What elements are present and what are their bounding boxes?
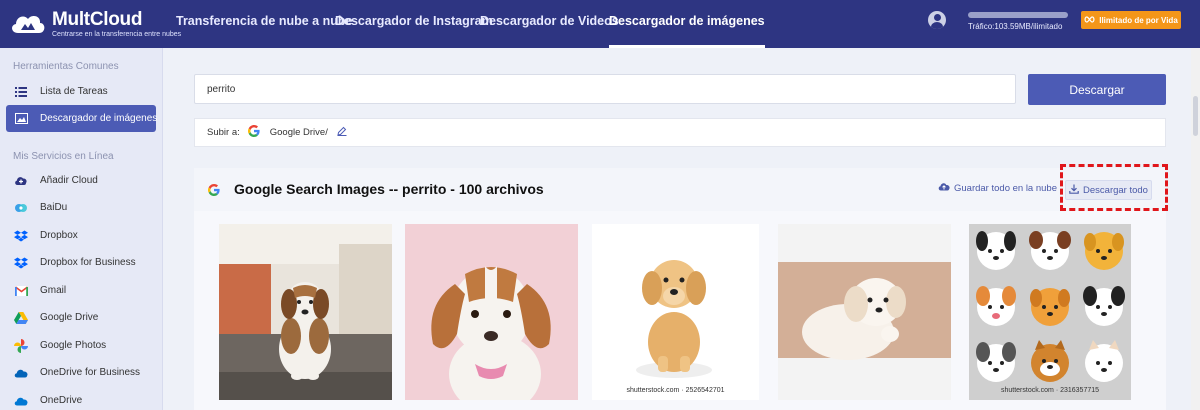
nav-image-downloader[interactable]: Descargador de imágenes xyxy=(609,0,765,48)
user-avatar-icon[interactable] xyxy=(928,11,946,29)
cloud-upload-icon xyxy=(938,182,950,194)
brand-title: MultCloud xyxy=(52,8,143,30)
sidebar-item-label: Lista de Tareas xyxy=(40,86,108,97)
sidebar-item-baidu[interactable]: BaiDu xyxy=(6,194,156,221)
search-input[interactable] xyxy=(194,74,1016,104)
cloud-logo-icon xyxy=(8,9,48,39)
sidebar-item-gmail[interactable]: Gmail xyxy=(6,277,156,304)
download-all-label: Descargar todo xyxy=(1083,184,1148,196)
sidebar-section-services: Mis Servicios en Línea xyxy=(13,151,114,162)
sidebar-item-dropbox[interactable]: Dropbox xyxy=(6,222,156,249)
nav-video-downloader[interactable]: Descargador de Videos xyxy=(480,0,619,48)
image-thumbnail[interactable]: shutterstock.com · 2526542701 xyxy=(592,224,759,400)
infinity-icon xyxy=(1084,15,1095,25)
results-title: Google Search Images -- perrito - 100 ar… xyxy=(234,181,544,197)
top-navigation-bar: MultCloud Centrarse en la transferencia … xyxy=(0,0,1200,48)
brand-subtitle: Centrarse en la transferencia entre nube… xyxy=(52,30,182,38)
golden-retriever-puppy-image xyxy=(592,224,759,400)
download-button[interactable]: Descargar xyxy=(1028,74,1166,105)
dropbox-icon xyxy=(14,229,28,243)
save-all-to-cloud-button[interactable]: Guardar todo en la nube xyxy=(938,182,1057,194)
sidebar: Herramientas Comunes Lista de Tareas Des… xyxy=(0,48,163,410)
sidebar-item-label: Dropbox xyxy=(40,230,78,241)
cartoon-puppies-image xyxy=(969,224,1131,400)
sidebar-item-onedrive[interactable]: OneDrive xyxy=(6,387,156,410)
sidebar-item-label: OneDrive for Business xyxy=(40,367,141,378)
pink-background-puppy-image xyxy=(405,224,578,400)
save-all-label: Guardar todo en la nube xyxy=(954,182,1057,194)
destination-label: Subir a: xyxy=(207,127,240,138)
sidebar-item-dropbox-business[interactable]: Dropbox for Business xyxy=(6,249,156,276)
add-cloud-icon xyxy=(14,174,28,188)
google-drive-icon xyxy=(247,125,260,140)
sidebar-item-label: Dropbox for Business xyxy=(40,257,136,268)
image-caption: shutterstock.com · 2316357715 xyxy=(1000,387,1100,394)
image-caption: shutterstock.com · 2526542701 xyxy=(626,387,725,394)
nav-cloud-transfer[interactable]: Transferencia de nube a nube xyxy=(176,0,352,48)
image-thumbnail[interactable] xyxy=(778,224,951,400)
sidebar-item-onedrive-business[interactable]: OneDrive for Business xyxy=(6,359,156,386)
google-photos-icon xyxy=(14,338,28,353)
sidebar-item-label: Descargador de imágenes xyxy=(40,113,158,124)
image-thumbnail[interactable] xyxy=(219,224,392,400)
sidebar-item-label: Google Photos xyxy=(40,340,107,351)
multcloud-logo[interactable]: MultCloud Centrarse en la transferencia … xyxy=(8,6,181,42)
plan-label: Ilimitado de por Vida xyxy=(1099,15,1178,25)
results-header: Google Search Images -- perrito - 100 ar… xyxy=(194,168,1166,211)
image-thumbnail[interactable]: shutterstock.com · 2316357715 xyxy=(969,224,1131,400)
sidebar-item-add-cloud[interactable]: Añadir Cloud xyxy=(6,167,156,194)
upload-destination: Subir a: Google Drive/ xyxy=(194,118,1166,147)
edit-pencil-icon[interactable] xyxy=(337,126,347,139)
sidebar-item-label: Añadir Cloud xyxy=(40,175,98,186)
sidebar-item-task-list[interactable]: Lista de Tareas xyxy=(6,78,156,105)
gmail-icon xyxy=(14,284,28,298)
sidebar-item-label: BaiDu xyxy=(40,202,68,213)
traffic-progress-bar xyxy=(968,12,1068,18)
sidebar-item-label: Google Drive xyxy=(40,312,99,323)
sidebar-item-label: OneDrive xyxy=(40,395,83,406)
google-drive-icon xyxy=(14,311,28,325)
sidebar-item-image-downloader[interactable]: Descargador de imágenes xyxy=(6,105,158,132)
sidebar-item-google-drive[interactable]: Google Drive xyxy=(6,304,156,331)
sidebar-item-google-photos[interactable]: Google Photos xyxy=(6,332,156,359)
maltese-puppy-image xyxy=(778,224,951,400)
google-logo-icon xyxy=(208,183,220,201)
destination-path[interactable]: Google Drive/ xyxy=(270,127,328,138)
nav-instagram-downloader[interactable]: Descargador de Instagram xyxy=(335,0,493,48)
download-icon xyxy=(1069,184,1079,197)
image-thumbnail[interactable] xyxy=(405,224,578,400)
sidebar-item-label: Gmail xyxy=(40,285,67,296)
onedrive-business-icon xyxy=(14,366,28,380)
list-icon xyxy=(14,85,28,99)
baidu-icon xyxy=(14,201,28,215)
scrollbar-thumb[interactable] xyxy=(1193,96,1198,136)
image-icon xyxy=(14,112,28,126)
traffic-text: Tráfico:103.59MB/ilimitado xyxy=(968,22,1063,31)
plan-button[interactable]: Ilimitado de por Vida xyxy=(1081,11,1181,29)
beagle-puppy-image xyxy=(219,224,392,400)
dropbox-business-icon xyxy=(14,256,28,270)
sidebar-section-common: Herramientas Comunes xyxy=(13,61,119,72)
onedrive-icon xyxy=(14,394,28,408)
download-all-button[interactable]: Descargar todo xyxy=(1065,180,1152,200)
